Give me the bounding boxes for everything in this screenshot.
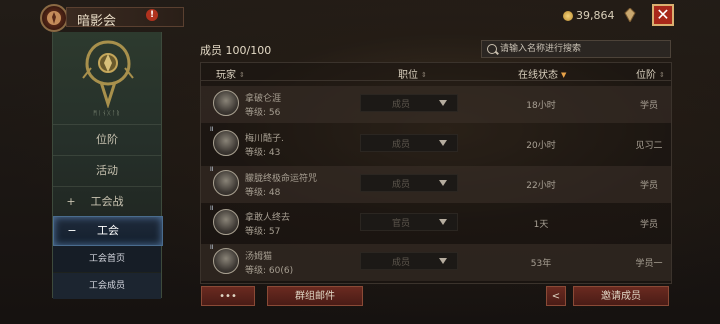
sidebar-item-guild-war[interactable]: + 工会战 [53, 186, 161, 217]
online-status: 1天 [533, 220, 549, 230]
sidebar-subitem-guild-members[interactable]: 工会成员 [53, 273, 161, 299]
rank-badge: II [210, 205, 214, 212]
sort-icon: ⇕ [239, 71, 245, 79]
collapse-icon: − [67, 224, 77, 237]
sidebar-subitem-label: 工会首页 [88, 254, 125, 264]
info-icon[interactable]: ! [146, 9, 158, 21]
online-status: 22小时 [526, 181, 556, 191]
player-avatar[interactable] [213, 248, 239, 274]
rank-badge: II [210, 166, 214, 173]
guild-emblem-icon[interactable] [40, 4, 68, 32]
gold-amount: 39,864 [576, 9, 615, 22]
sidebar-item-label: 工会战 [90, 195, 124, 208]
search-box[interactable] [481, 40, 671, 58]
player-level: 等级: 56 [245, 108, 281, 118]
column-position[interactable]: 位阶 ⇕ [636, 66, 665, 81]
player-name: 拿敢人终去 [245, 213, 291, 223]
player-avatar[interactable] [213, 170, 239, 196]
player-name: 梅川酷子. [245, 134, 284, 144]
online-status: 53年 [530, 259, 552, 269]
sort-active-icon: ▼ [561, 71, 567, 79]
rank-badge: II [210, 244, 214, 251]
chevron-down-icon [439, 100, 447, 106]
member-position: 学员 [639, 181, 658, 191]
sidebar-item-rank[interactable]: 位阶 [53, 124, 161, 155]
member-count: 成员 100/100 [200, 44, 272, 57]
sidebar-item-guild[interactable]: − 工会 [53, 216, 163, 246]
header-divider [201, 80, 671, 81]
rank-select[interactable]: 成员 [360, 252, 458, 270]
sidebar-subitem-label: 工会成员 [88, 281, 125, 291]
sidebar-item-label: 工会 [97, 224, 119, 237]
player-level: 等级: 48 [245, 188, 281, 198]
share-button[interactable]: < [546, 286, 566, 306]
player-name: 朦胧终极命运符咒 [245, 174, 318, 184]
search-input[interactable] [500, 41, 668, 57]
chevron-down-icon [439, 258, 447, 264]
column-rank[interactable]: 职位 ⇕ [398, 66, 427, 81]
close-button[interactable]: ✕ [652, 4, 674, 26]
sidebar-item-activities[interactable]: 活动 [53, 155, 161, 186]
player-name: 拿破仑涯 [245, 94, 282, 104]
crest-caption: ᛗᛁᚾᚷᛚᚱ [93, 110, 121, 117]
player-avatar[interactable] [213, 130, 239, 156]
rank-select[interactable]: 成员 [360, 94, 458, 112]
member-position: 见习二 [635, 141, 663, 151]
rank-select[interactable]: 成员 [360, 134, 458, 152]
sort-icon: ⇕ [421, 71, 427, 79]
member-position: 学员 [639, 220, 658, 230]
rank-value: 成员 [391, 100, 410, 110]
column-player[interactable]: 玩家 ⇕ [216, 66, 245, 81]
rank-value: 成员 [391, 140, 410, 150]
player-level: 等级: 60(6) [245, 266, 294, 276]
group-mail-button[interactable]: 群组邮件 [267, 286, 363, 306]
invite-member-button[interactable]: 邀请成员 [573, 286, 669, 306]
sidebar: ᛗᛁᚾᚷᛚᚱ 位阶 活动 + 工会战 − 工会 工会首页 工会成员 [52, 32, 163, 299]
online-status: 20小时 [526, 141, 556, 151]
rank-value: 成员 [391, 180, 410, 190]
share-icon: < [551, 291, 561, 302]
rank-select[interactable]: 成员 [360, 174, 458, 192]
expand-icon: + [66, 195, 76, 208]
table-row[interactable]: 拿破仑涯 等级: 56 成员 18小时 学员 [201, 86, 671, 123]
table-row[interactable]: II 朦胧终极命运符咒 等级: 48 成员 22小时 学员 [201, 166, 671, 203]
table-row[interactable]: II 汤姆猫 等级: 60(6) 成员 53年 学员一 [201, 244, 671, 281]
guild-screen: 暗影会 ! 39,864 ✕ ᛗᛁᚾᚷᛚᚱ 位阶 活动 + 工会战 − 工会 工… [0, 0, 720, 324]
top-bar: 暗影会 ! 39,864 ✕ [0, 0, 720, 32]
player-avatar[interactable] [213, 209, 239, 235]
table-row[interactable]: II 梅川酷子. 等级: 43 成员 20小时 见习二 [201, 126, 671, 163]
player-level: 等级: 57 [245, 227, 281, 237]
emblem-icon [47, 11, 61, 25]
sidebar-item-label: 位阶 [96, 133, 118, 146]
column-online[interactable]: 在线状态 ▼ [518, 66, 567, 81]
sidebar-item-label: 活动 [96, 164, 118, 177]
guild-title-bar: 暗影会 [66, 7, 184, 29]
rank-value: 官员 [391, 219, 410, 229]
guild-name: 暗影会 [77, 14, 117, 29]
player-name: 汤姆猫 [245, 252, 273, 262]
guild-crest-icon [82, 40, 134, 108]
rank-select[interactable]: 官员 [360, 213, 458, 231]
search-icon [487, 44, 497, 54]
member-position: 学员一 [635, 259, 663, 269]
rank-value: 成员 [391, 258, 410, 268]
online-status: 18小时 [526, 101, 556, 111]
chevron-down-icon [439, 180, 447, 186]
member-position: 学员 [639, 101, 658, 111]
rank-badge: II [210, 126, 214, 133]
more-button[interactable]: ••• [201, 286, 255, 306]
table-row[interactable]: II 拿敢人终去 等级: 57 官员 1天 学员 [201, 205, 671, 242]
gold-coin-icon [563, 11, 573, 21]
gem-icon[interactable] [624, 8, 636, 22]
chevron-down-icon [439, 140, 447, 146]
chevron-down-icon [439, 219, 447, 225]
sidebar-subitem-guild-home[interactable]: 工会首页 [53, 246, 161, 272]
player-level: 等级: 43 [245, 148, 281, 158]
sort-icon: ⇕ [659, 71, 665, 79]
player-avatar[interactable] [213, 90, 239, 116]
